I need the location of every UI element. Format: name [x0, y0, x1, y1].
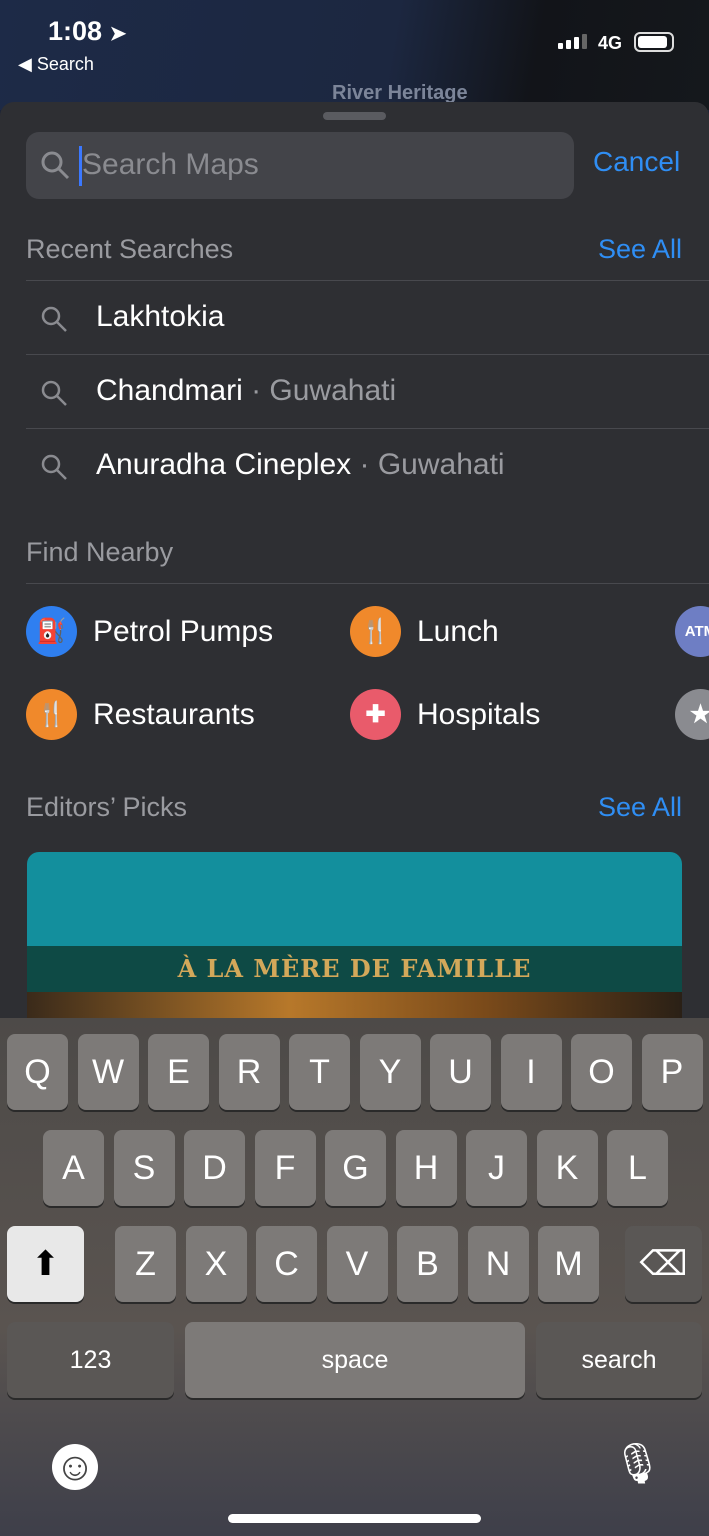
place-name: Anuradha Cineplex [96, 448, 352, 481]
key-f[interactable]: F [254, 1130, 316, 1206]
place-locality: · Guwahati [242, 374, 397, 407]
status-bar: 1:08 ➤ ◀ Search 4G [0, 0, 709, 80]
microphone-icon[interactable]: 🎙 [612, 1440, 663, 1487]
nearby-category[interactable]: 🍴 Lunch [350, 606, 499, 657]
find-nearby-title: Find Nearby [26, 537, 174, 567]
location-arrow-icon: ➤ [109, 23, 127, 45]
key-k[interactable]: K [536, 1130, 598, 1206]
clock: 1:08 ➤ [48, 16, 126, 47]
recent-search-label: Lakhtokia [96, 300, 224, 334]
category-label: Restaurants [93, 697, 255, 731]
fuel-icon: ⛽ [26, 606, 77, 657]
divider [26, 583, 709, 584]
cancel-button[interactable]: Cancel [593, 146, 680, 178]
fork-knife-icon: 🍴 [26, 689, 77, 740]
category-label: Petrol Pumps [93, 614, 274, 648]
key-z[interactable]: Z [115, 1226, 176, 1302]
recent-search-label: Anuradha Cineplex · Guwahati [96, 448, 505, 482]
divider [26, 354, 709, 355]
key-t[interactable]: T [289, 1034, 350, 1110]
category-label: Lunch [417, 614, 499, 648]
sheet-grabber[interactable] [323, 112, 386, 120]
category-label: Hospitals [417, 697, 541, 731]
battery-icon [634, 32, 674, 52]
place-name: Lakhtokia [96, 300, 225, 333]
network-type: 4G [598, 33, 623, 53]
nearby-category[interactable]: ✚ Hospitals [350, 689, 540, 740]
recent-see-all-link[interactable]: See All [598, 234, 682, 265]
shift-key[interactable]: ⬆ [7, 1226, 84, 1302]
search-icon [41, 380, 67, 406]
key-m[interactable]: M [538, 1226, 599, 1302]
atm-icon: ATM [675, 606, 709, 657]
key-r[interactable]: R [218, 1034, 280, 1110]
key-y[interactable]: Y [359, 1034, 421, 1110]
key-i[interactable]: I [500, 1034, 562, 1110]
home-indicator[interactable] [228, 1514, 481, 1523]
key-q[interactable]: Q [7, 1034, 68, 1110]
editors-picks-title: Editors’ Picks [26, 792, 188, 822]
search-placeholder: Search Maps [82, 148, 259, 181]
recent-search-label: Chandmari · Guwahati [96, 374, 396, 408]
back-label: Search [36, 54, 94, 74]
fork-knife-icon: 🍴 [350, 606, 401, 657]
key-v[interactable]: V [326, 1226, 388, 1302]
key-l[interactable]: L [607, 1130, 668, 1206]
search-icon [41, 306, 67, 332]
recent-search-item[interactable]: Anuradha Cineplex · Guwahati [26, 430, 709, 504]
key-n[interactable]: N [467, 1226, 529, 1302]
search-key[interactable]: search [536, 1322, 702, 1398]
key-h[interactable]: H [395, 1130, 457, 1206]
editors-see-all-link[interactable]: See All [598, 792, 682, 823]
search-icon [41, 454, 67, 480]
time-text: 1:08 [48, 16, 103, 46]
numbers-key[interactable]: 123 [7, 1322, 174, 1398]
recent-searches-title: Recent Searches [26, 234, 234, 264]
key-b[interactable]: B [397, 1226, 458, 1302]
key-p[interactable]: P [641, 1034, 703, 1110]
search-icon [41, 151, 70, 180]
key-e[interactable]: E [148, 1034, 209, 1110]
key-u[interactable]: U [430, 1034, 491, 1110]
emoji-icon[interactable]: ☺ [52, 1444, 98, 1490]
plus-icon: ✚ [350, 689, 401, 740]
card-image-sign: À LA MÈRE DE FAMILLE [27, 946, 682, 992]
place-locality: · Guwahati [351, 448, 505, 481]
key-x[interactable]: X [185, 1226, 247, 1302]
search-input[interactable]: Search Maps [26, 132, 574, 199]
space-key[interactable]: space [185, 1322, 525, 1398]
nearby-category[interactable]: 🍴 Restaurants [26, 689, 255, 740]
sign-text: À LA MÈRE DE FAMILLE [177, 954, 532, 983]
key-w[interactable]: W [77, 1034, 139, 1110]
recent-search-item[interactable]: Lakhtokia [26, 282, 709, 356]
key-c[interactable]: C [256, 1226, 317, 1302]
star-icon: ★ [675, 689, 709, 740]
key-o[interactable]: O [571, 1034, 632, 1110]
divider [26, 280, 709, 281]
nearby-category[interactable]: ★ [675, 689, 709, 740]
divider [26, 428, 709, 429]
signal-icon [558, 34, 587, 49]
nearby-category[interactable]: ⛽ Petrol Pumps [26, 606, 273, 657]
key-g[interactable]: G [325, 1130, 386, 1206]
key-j[interactable]: J [466, 1130, 527, 1206]
key-a[interactable]: A [43, 1130, 104, 1206]
place-name: Chandmari [96, 374, 243, 407]
recent-search-item[interactable]: Chandmari · Guwahati [26, 356, 709, 430]
key-d[interactable]: D [184, 1130, 245, 1206]
nearby-category[interactable]: ATM [675, 606, 709, 657]
back-to-app-button[interactable]: ◀ Search [18, 54, 94, 75]
key-s[interactable]: S [113, 1130, 175, 1206]
delete-key[interactable]: ⌫ [625, 1226, 702, 1302]
